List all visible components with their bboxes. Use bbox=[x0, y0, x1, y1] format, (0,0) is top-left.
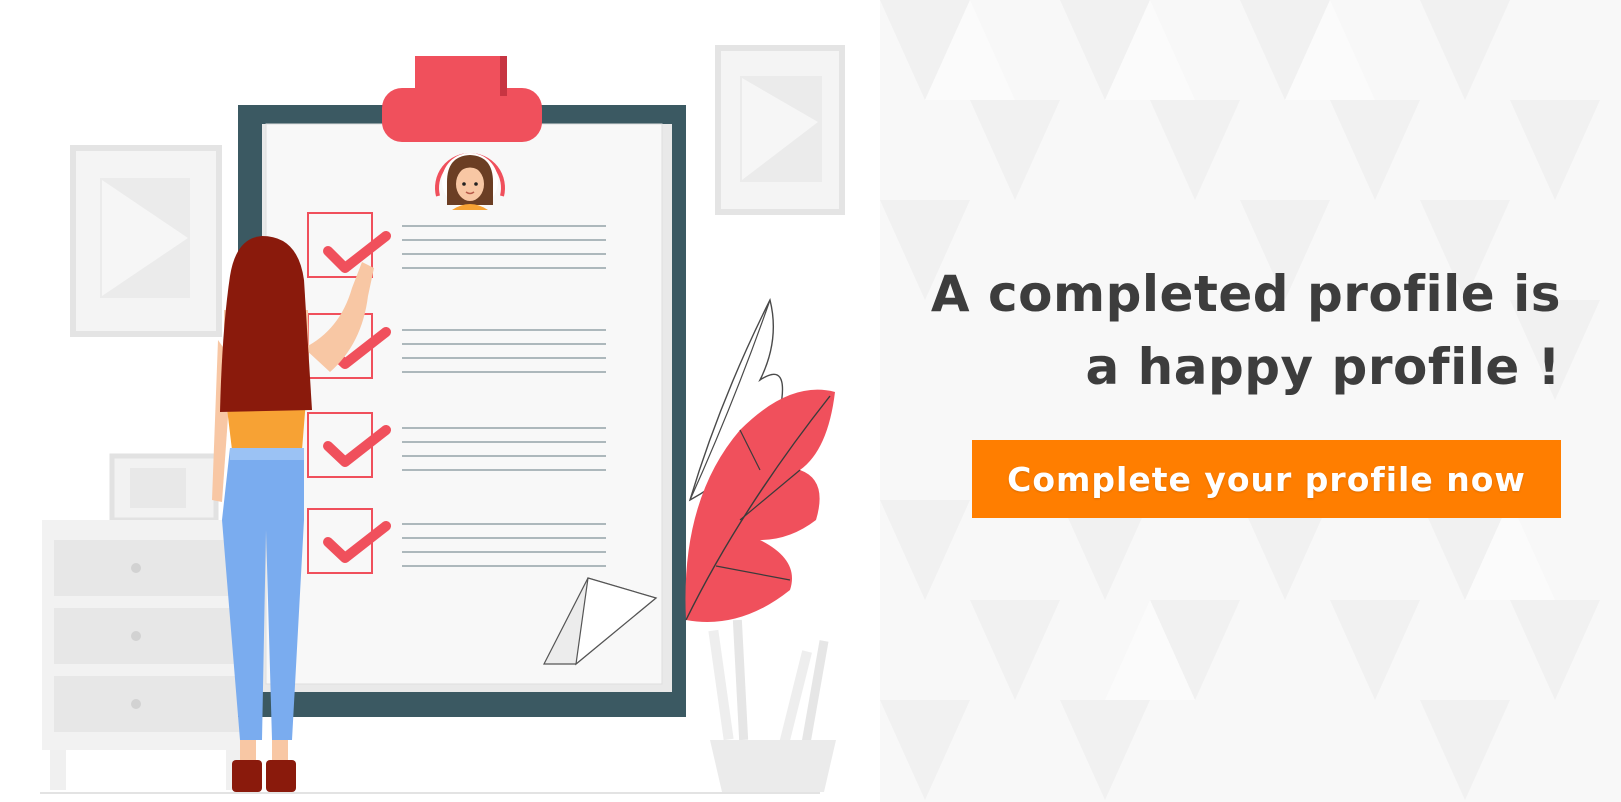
headline: A completed profile is a happy profile ! bbox=[841, 258, 1561, 404]
checklist-illustration bbox=[40, 45, 845, 794]
profile-completion-banner: A completed profile is a happy profile !… bbox=[0, 0, 1621, 802]
complete-profile-button[interactable]: Complete your profile now bbox=[972, 440, 1561, 518]
cabinet bbox=[42, 520, 252, 790]
pen-cup bbox=[708, 619, 836, 792]
right-picture-frame bbox=[715, 45, 845, 215]
cabinet-photo-frame bbox=[109, 453, 219, 523]
left-picture-frame bbox=[70, 145, 222, 337]
headline-line-2: a happy profile ! bbox=[1085, 338, 1561, 396]
headline-line-1: A completed profile is bbox=[930, 265, 1561, 323]
decorative-plant bbox=[685, 297, 835, 622]
